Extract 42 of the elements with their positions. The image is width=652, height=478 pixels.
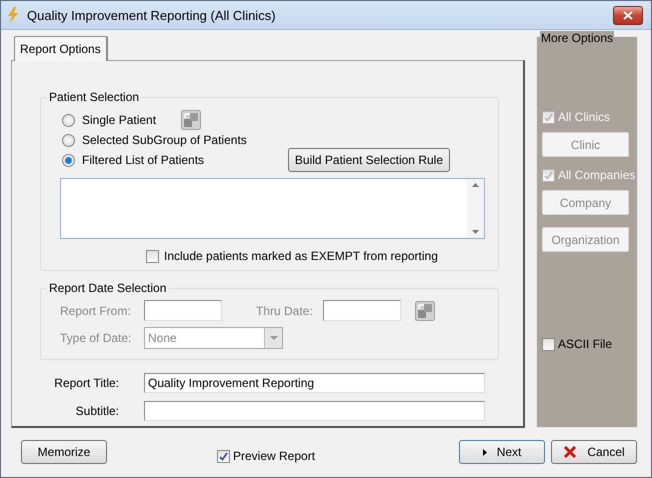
rule-list-box[interactable] [60, 178, 485, 239]
picker-icon[interactable] [181, 110, 202, 130]
ascii-checkbox[interactable] [542, 338, 555, 350]
subtitle-field[interactable] [144, 401, 485, 421]
picker-icon[interactable] [415, 300, 435, 320]
tab[interactable]: Report Options [14, 36, 108, 61]
checkbox-label: All Clinics [558, 110, 610, 124]
field-label: Thru Date: [256, 304, 314, 318]
build-rule-button[interactable]: Build Patient Selection Rule [288, 148, 450, 172]
preview-checkbox[interactable] [217, 450, 230, 462]
group-legend: Patient Selection [47, 90, 142, 104]
field-label: Report Title: [53, 376, 119, 390]
field-label: Subtitle: [74, 404, 119, 418]
next-button[interactable]: Next [459, 440, 546, 464]
checkbox-label: All Companies [558, 168, 636, 182]
window-title: Quality Improvement Reporting (All Clinics) [27, 8, 277, 22]
checkbox-label: Preview Report [233, 449, 316, 463]
group-legend: More Options [540, 31, 614, 45]
field-label: Report From: [60, 304, 132, 318]
group-legend: Report Date Selection [47, 281, 168, 295]
play-icon [482, 448, 487, 456]
checkbox-label: Include patients marked as EXEMPT from reporting [164, 249, 438, 263]
scroll-down-icon[interactable] [472, 230, 479, 234]
checkbox-label: ASCII File [558, 337, 612, 351]
close-icon [623, 10, 633, 20]
radio-label: Single Patient [82, 113, 156, 127]
report-title-field[interactable]: Quality Improvement Reporting [144, 373, 485, 393]
close-button[interactable] [613, 6, 643, 24]
lightning-icon [7, 7, 19, 23]
dropdown-arrow-icon [270, 336, 278, 340]
radio-label: Selected SubGroup of Patients [82, 133, 247, 147]
memorize-button[interactable]: Memorize [21, 440, 107, 464]
cancel-button[interactable]: Cancel [551, 440, 638, 464]
radio-button[interactable] [62, 134, 75, 146]
close-icon [563, 445, 578, 459]
radio-button[interactable] [62, 154, 75, 166]
field-label: Type of Date: [60, 331, 132, 345]
radio-label: Filtered List of Patients [82, 153, 204, 167]
scroll-up-icon[interactable] [472, 183, 479, 187]
radio-button[interactable] [62, 114, 75, 126]
exempt-checkbox[interactable] [146, 250, 159, 262]
scrollbar[interactable] [467, 179, 484, 238]
